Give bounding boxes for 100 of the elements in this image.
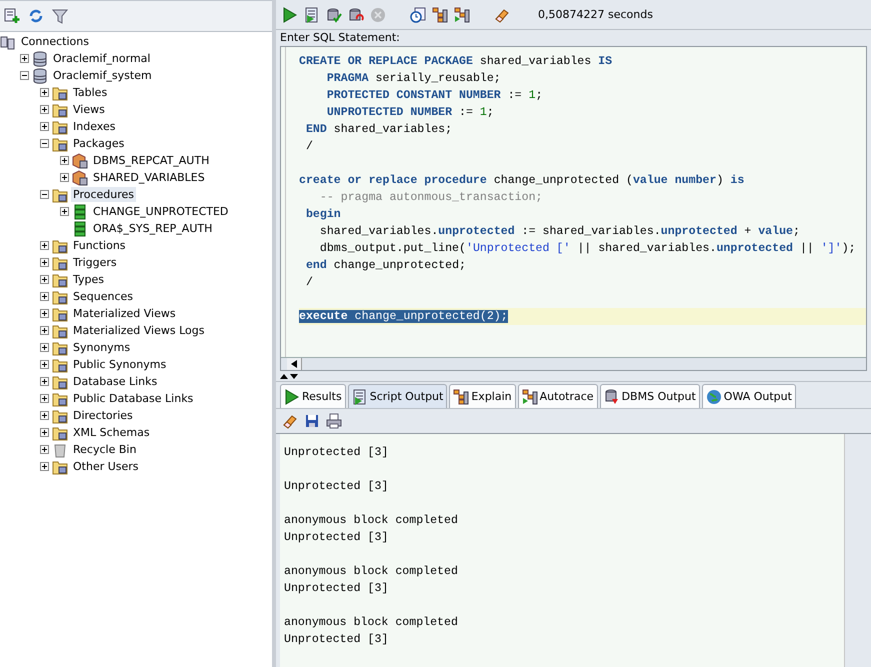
database-icon xyxy=(32,68,48,84)
expand-icon[interactable] xyxy=(40,445,49,454)
expand-icon[interactable] xyxy=(40,105,49,114)
expand-icon[interactable] xyxy=(40,360,49,369)
code-line: PROTECTED CONSTANT NUMBER := 1; xyxy=(326,89,543,102)
expand-icon[interactable] xyxy=(60,207,69,216)
folder-icon xyxy=(52,272,68,288)
code-line: -- pragma autonmous_transaction; xyxy=(318,191,543,204)
add-connection-icon xyxy=(4,8,20,24)
folder-icon xyxy=(52,340,68,356)
folder-icon xyxy=(52,322,68,338)
tree-item[interactable]: Procedures xyxy=(71,187,136,202)
tree-item[interactable]: Database Links xyxy=(71,374,160,389)
tree-item[interactable]: Triggers xyxy=(71,255,119,270)
tree-item[interactable]: Types xyxy=(71,272,106,287)
output-tab[interactable]: Script Output xyxy=(348,384,448,408)
folder-icon xyxy=(52,136,68,152)
editor-label: Enter SQL Statement: xyxy=(279,30,401,46)
globe-icon xyxy=(706,388,722,404)
code-line: / xyxy=(304,276,313,289)
splitter-arrows-icon[interactable] xyxy=(280,372,298,380)
expand-icon[interactable] xyxy=(40,309,49,318)
expand-icon[interactable] xyxy=(40,428,49,437)
folder-icon xyxy=(52,186,68,202)
folder-icon xyxy=(52,424,68,440)
expand-icon[interactable] xyxy=(40,241,49,250)
tree-item[interactable]: Recycle Bin xyxy=(71,442,138,457)
output-tab[interactable]: Results xyxy=(280,384,346,408)
expand-icon[interactable] xyxy=(40,411,49,420)
folder-icon xyxy=(52,458,68,474)
expand-icon[interactable] xyxy=(40,122,49,131)
tree-item[interactable]: Tables xyxy=(71,85,110,100)
procedure-icon xyxy=(72,220,88,236)
left-arrow-icon xyxy=(291,360,297,368)
code-line: create or replace procedure change_unprotected (value number) is xyxy=(299,174,744,187)
tree-item[interactable]: Directories xyxy=(71,408,135,423)
code-line: END shared_variables; xyxy=(304,123,452,136)
expand-icon[interactable] xyxy=(40,275,49,284)
database-icon xyxy=(32,50,48,66)
expand-icon[interactable] xyxy=(60,156,69,165)
eraser-icon xyxy=(494,6,510,22)
folder-icon xyxy=(52,390,68,406)
tree-item[interactable]: Materialized Views Logs xyxy=(71,323,206,338)
tree-item[interactable]: SHARED_VARIABLES xyxy=(91,170,207,185)
tree-item[interactable]: Sequences xyxy=(71,289,135,304)
output-tab[interactable]: Autotrace xyxy=(518,384,598,408)
run-icon xyxy=(282,6,298,22)
tree-item[interactable]: CHANGE_UNPROTECTED xyxy=(91,204,230,219)
run-icon xyxy=(284,388,300,404)
database-check-icon xyxy=(326,6,342,22)
cancel-icon xyxy=(370,6,386,22)
expand-icon[interactable] xyxy=(40,292,49,301)
expand-icon[interactable] xyxy=(20,54,29,63)
expand-icon[interactable] xyxy=(40,394,49,403)
collapse-icon[interactable] xyxy=(40,139,49,148)
tree-item[interactable]: DBMS_REPCAT_AUTH xyxy=(91,153,212,168)
tree-item[interactable]: Synonyms xyxy=(71,340,132,355)
output-tab[interactable]: Explain xyxy=(449,384,516,408)
connections-icon xyxy=(0,34,16,50)
tree-item[interactable]: Materialized Views xyxy=(71,306,178,321)
script-icon xyxy=(304,6,320,22)
tree-chart-icon xyxy=(432,6,448,22)
tree-item[interactable]: Public Synonyms xyxy=(71,357,168,372)
code-line: CREATE OR REPLACE PACKAGE shared_variables IS xyxy=(299,55,612,68)
clock-icon xyxy=(410,6,426,22)
printer-icon xyxy=(326,413,342,429)
expand-icon[interactable] xyxy=(40,343,49,352)
code-line: dbms_output.put_line('Unprotected [' || shared_variables.unprotected || ']'); xyxy=(318,242,856,255)
code-line: UNPROTECTED NUMBER := 1; xyxy=(326,106,494,119)
expand-icon[interactable] xyxy=(60,173,69,182)
scroll-left-button[interactable] xyxy=(287,358,302,370)
expand-icon[interactable] xyxy=(40,326,49,335)
tree-item[interactable]: Oraclemif_system xyxy=(51,68,154,83)
expand-icon[interactable] xyxy=(40,462,49,471)
code-line: end change_unprotected; xyxy=(304,259,466,272)
folder-icon xyxy=(52,84,68,100)
tree-item[interactable]: Packages xyxy=(71,136,126,151)
script-icon xyxy=(352,388,368,404)
expand-icon[interactable] xyxy=(40,377,49,386)
tree-item[interactable]: Indexes xyxy=(71,119,118,134)
collapse-icon[interactable] xyxy=(40,190,49,199)
folder-icon xyxy=(52,288,68,304)
expand-icon[interactable] xyxy=(40,88,49,97)
tree-item[interactable]: Views xyxy=(71,102,107,117)
database-arrow-icon xyxy=(604,388,620,404)
tree-item[interactable]: Functions xyxy=(71,238,128,253)
output-tab[interactable]: DBMS Output xyxy=(600,384,700,408)
tree-item[interactable]: Connections xyxy=(19,34,91,49)
expand-icon[interactable] xyxy=(40,258,49,267)
output-tab[interactable]: OWA Output xyxy=(702,384,796,408)
code-line: execute change_unprotected(2); xyxy=(299,310,508,323)
refresh-icon xyxy=(28,8,44,24)
sql-editor[interactable] xyxy=(280,46,867,371)
tree-item[interactable]: Oraclemif_normal xyxy=(51,51,152,66)
tree-item[interactable]: XML Schemas xyxy=(71,425,152,440)
folder-icon xyxy=(52,408,68,424)
tree-item[interactable]: Other Users xyxy=(71,459,141,474)
collapse-icon[interactable] xyxy=(20,71,29,80)
tree-item[interactable]: ORA$_SYS_REP_AUTH xyxy=(91,221,214,236)
tree-item[interactable]: Public Database Links xyxy=(71,391,196,406)
